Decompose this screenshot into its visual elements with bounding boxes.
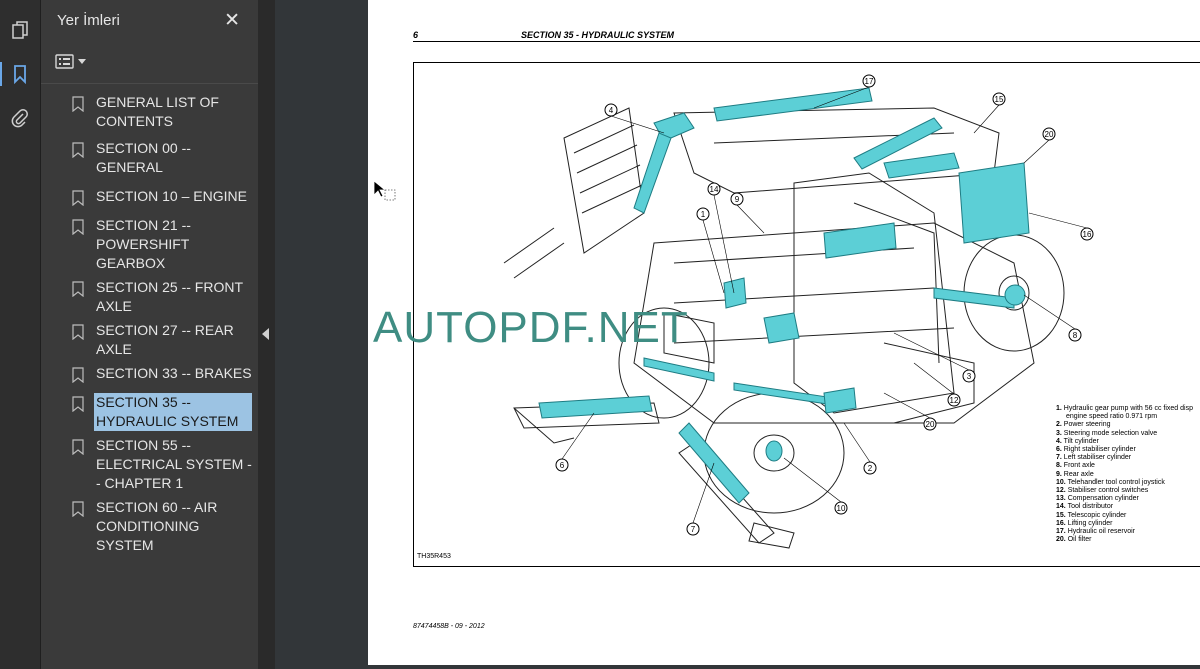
legend-row: 3. Steering mode selection valve [1056,429,1158,437]
bookmark-label: SECTION 25 -- FRONT AXLE [96,279,243,314]
legend-row: engine speed ratio 0.971 rpm [1066,413,1158,421]
pages-icon[interactable] [8,18,32,42]
page-footer: 87474458B - 09 - 2012 [413,623,485,630]
bookmarks-panel: Yer İmleri ✕ GENERAL LIST OF CONTENTS SE… [41,0,258,669]
callout-label: 1 [701,210,706,219]
attachment-icon[interactable] [8,106,32,130]
mouse-cursor-icon [373,180,396,201]
callout-label: 6 [560,461,565,470]
bookmark-flag-icon [72,190,84,206]
callout-label: 7 [691,525,696,534]
bookmark-item[interactable]: SECTION 00 -- GENERAL [41,138,258,178]
bookmark-item[interactable]: SECTION 25 -- FRONT AXLE [41,277,258,317]
bookmark-item[interactable]: SECTION 60 -- AIR CONDITIONING SYSTEM [41,497,258,556]
callout-label: 15 [995,95,1004,104]
component-legend: 1. Hydraulic gear pump with 56 cc fixed … [1056,405,1200,544]
legend-row: 8. Front axle [1056,462,1095,470]
legend-row: 7. Left stabiliser cylinder [1056,454,1132,462]
bookmark-icon[interactable] [0,62,32,86]
bookmark-item[interactable]: SECTION 27 -- REAR AXLE [41,320,258,360]
legend-row: 9. Rear axle [1056,470,1094,478]
bookmark-flag-icon [72,501,84,517]
section-header: SECTION 35 - HYDRAULIC SYSTEM [521,30,675,40]
collapse-panel-icon[interactable] [262,328,269,340]
bookmark-item[interactable]: SECTION 21 -- POWERSHIFT GEARBOX [41,215,258,274]
legend-row: 10. Telehandler tool control joystick [1056,478,1165,486]
bookmark-flag-icon [72,96,84,112]
list-options-icon [55,54,74,69]
legend-row: 14. Tool distributor [1056,503,1114,511]
callout-label: 20 [1045,130,1054,139]
callout-label: 3 [967,372,972,381]
watermark-text: AUTOPDF.NET [373,303,689,352]
bookmark-item[interactable]: SECTION 33 -- BRAKES [41,363,258,384]
tool-strip [0,0,41,669]
close-icon[interactable]: ✕ [224,9,240,32]
panel-splitter[interactable] [258,0,275,669]
callout-label: 16 [1083,230,1092,239]
header-rule [413,41,1200,42]
bookmark-flag-icon [72,367,84,383]
legend-row: 17. Hydraulic oil reservoir [1056,528,1135,536]
bookmark-item[interactable]: SECTION 55 -- ELECTRICAL SYSTEM -- CHAPT… [41,435,258,494]
bookmark-label: SECTION 27 -- REAR AXLE [96,322,234,357]
callout-label: 9 [735,195,740,204]
bookmark-flag-icon [72,281,84,297]
legend-row: 15. Telescopic cylinder [1056,511,1127,519]
panel-title: Yer İmleri [57,12,120,29]
legend-row: 4. Tilt cylinder [1056,437,1099,445]
bookmark-label: SECTION 35 -- HYDRAULIC SYSTEM [94,393,252,431]
panel-divider [41,83,258,84]
bookmark-flag-icon [72,142,84,158]
legend-row: 12. Stabiliser control switches [1056,487,1149,495]
bookmark-options-button[interactable] [55,50,91,74]
bookmark-item[interactable]: GENERAL LIST OF CONTENTS [41,92,258,132]
bookmark-flag-icon [72,219,84,235]
bookmark-label: SECTION 21 -- POWERSHIFT GEARBOX [96,217,191,271]
bookmark-label: GENERAL LIST OF CONTENTS [96,94,219,129]
callout-label: 8 [1073,331,1078,340]
bookmark-item[interactable]: SECTION 10 – ENGINE [41,186,258,207]
legend-row: 16. Lifting cylinder [1056,519,1113,527]
bookmark-label: SECTION 33 -- BRAKES [96,365,252,381]
bookmark-flag-icon [72,439,84,455]
callout-label: 14 [710,185,719,194]
legend-row: 1. Hydraulic gear pump with 56 cc fixed … [1056,405,1193,412]
bookmark-label: SECTION 60 -- AIR CONDITIONING SYSTEM [96,499,218,553]
callout-label: 17 [865,77,874,86]
callout-label: 12 [950,396,959,405]
legend-row: 13. Compensation cylinder [1056,495,1139,503]
bookmark-label: SECTION 00 -- GENERAL [96,140,191,175]
callout-label: 4 [609,106,614,115]
figure-code: TH35R453 [417,553,451,560]
bookmark-flag-icon [72,324,84,340]
callout-label: 2 [868,464,873,473]
legend-row: 6. Right stabiliser cylinder [1056,446,1136,454]
callout-label: 20 [926,420,935,429]
bookmark-item-selected[interactable]: SECTION 35 -- HYDRAULIC SYSTEM [41,392,258,432]
chevron-down-icon [78,59,86,64]
legend-row: 20. Oil filter [1056,536,1092,544]
page-number: 6 [413,30,419,40]
bookmark-label: SECTION 10 – ENGINE [96,188,247,204]
callout-label: 10 [837,504,846,513]
legend-row: 2. Power steering [1056,421,1111,429]
bookmark-flag-icon [72,396,84,412]
bookmark-list: GENERAL LIST OF CONTENTS SECTION 00 -- G… [41,92,258,559]
bookmark-label: SECTION 55 -- ELECTRICAL SYSTEM -- CHAPT… [96,437,252,491]
